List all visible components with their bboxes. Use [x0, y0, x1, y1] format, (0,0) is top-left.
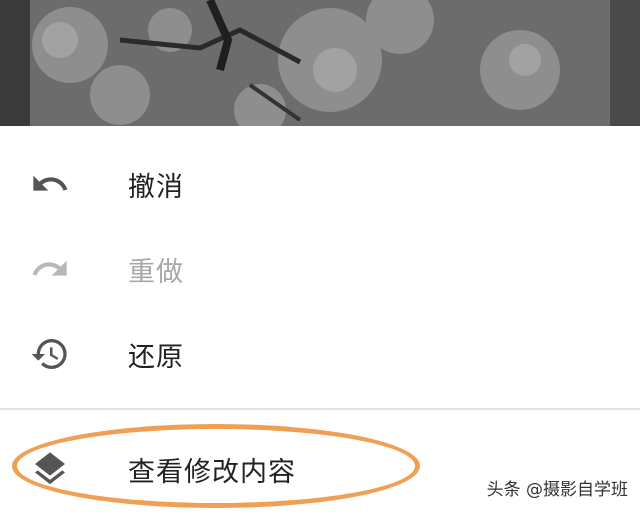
menu-item-redo[interactable]: 重做 [0, 226, 640, 312]
watermark: 头条 @摄影自学班 [486, 480, 628, 500]
menu-divider [0, 408, 640, 410]
redo-label: 重做 [128, 256, 184, 288]
menu-item-undo[interactable]: 撤消 [0, 141, 640, 227]
undo-label: 撤消 [128, 171, 184, 203]
history-icon [28, 332, 72, 376]
redo-icon [28, 247, 72, 291]
background-photo [0, 0, 640, 126]
undo-icon [28, 162, 72, 206]
restore-label: 还原 [128, 341, 184, 373]
menu-item-restore[interactable]: 还原 [0, 311, 640, 397]
view-edits-label: 查看修改内容 [128, 456, 296, 488]
layers-icon [28, 447, 72, 491]
